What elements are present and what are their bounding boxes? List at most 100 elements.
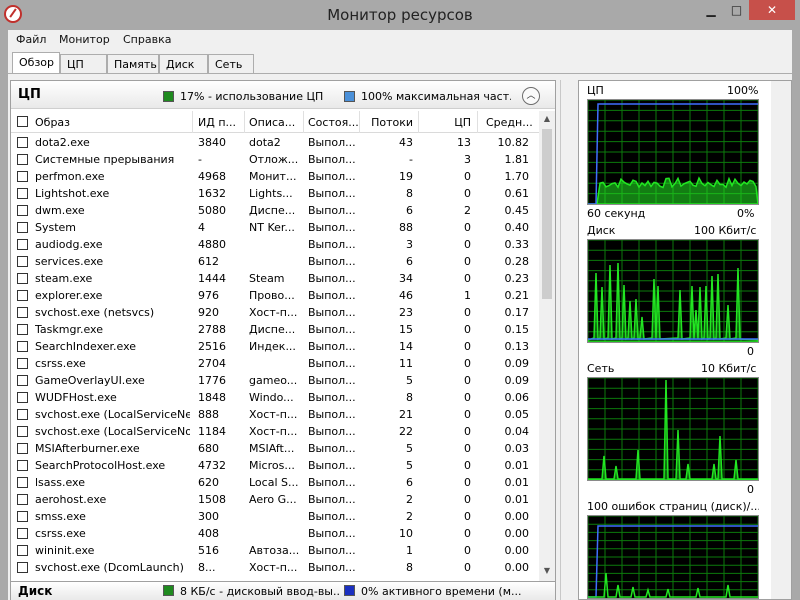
process-average-cpu: 0.00 [504,561,530,574]
table-row[interactable]: SearchIndexer.exe 2516 Индек... Выпол... 14 0… [11,338,539,355]
disk-active-legend-swatch [344,585,355,596]
row-checkbox[interactable] [17,562,28,573]
cpu-usage-legend-swatch [163,91,174,102]
disk-section-header[interactable]: Диск 8 КБ/с - дисковый ввод-вы... 0% акт… [11,581,555,600]
column-description[interactable]: Описа... [249,116,301,129]
tab-cpu[interactable]: ЦП [60,54,107,74]
row-checkbox[interactable] [17,222,28,233]
maximize-button[interactable]: □ [724,0,749,20]
row-checkbox[interactable] [17,409,28,420]
table-row[interactable]: aerohost.exe 1508 Aero G... Выпол... 2 0 0.01 [11,491,539,508]
row-checkbox[interactable] [17,460,28,471]
process-threads: 34 [399,272,413,285]
table-row[interactable]: Системные прерывания - Отлож... Выпол... - 3 1… [11,151,539,168]
table-row[interactable]: MSIAfterburner.exe 680 MSIAft... Выпол... 5 0… [11,440,539,457]
row-checkbox[interactable] [17,511,28,522]
menu-help[interactable]: Справка [123,33,171,46]
scrollbar-thumb[interactable] [542,129,552,299]
table-row[interactable]: System 4 NT Ker... Выпол... 88 0 0.40 [11,219,539,236]
process-list-scrollbar[interactable]: ▲ ▼ [539,111,555,581]
process-description: MSIAft... [249,442,295,455]
table-row[interactable]: steam.exe 1444 Steam Выпол... 34 0 0.23 [11,270,539,287]
row-checkbox[interactable] [17,307,28,318]
close-button[interactable]: ✕ [749,0,795,20]
row-checkbox[interactable] [17,154,28,165]
network-graph [587,377,759,481]
table-row[interactable]: smss.exe 300 Выпол... 2 0 0.00 [11,508,539,525]
process-description: Aero G... [249,493,297,506]
row-checkbox[interactable] [17,137,28,148]
row-checkbox[interactable] [17,239,28,250]
tab-overview[interactable]: Обзор [12,52,60,74]
table-row[interactable]: WUDFHost.exe 1848 Windo... Выпол... 8 0 0.06 [11,389,539,406]
panel-splitter[interactable] [560,80,576,600]
column-cpu[interactable]: ЦП [421,116,471,129]
column-separator[interactable] [303,111,304,133]
table-row[interactable]: explorer.exe 976 Прово... Выпол... 46 1 0.21 [11,287,539,304]
table-row[interactable]: svchost.exe (LocalServiceNet... 888 Хост-п… [11,406,539,423]
menu-file[interactable]: Файл [16,33,46,46]
table-row[interactable]: csrss.exe 2704 Выпол... 11 0 0.09 [11,355,539,372]
table-row[interactable]: Lightshot.exe 1632 Lights... Выпол... 8 0 0.61 [11,185,539,202]
process-pid: 888 [198,408,219,421]
column-separator[interactable] [477,111,478,133]
column-separator[interactable] [244,111,245,133]
table-row[interactable]: perfmon.exe 4968 Монит... Выпол... 19 0 1.70 [11,168,539,185]
tab-memory[interactable]: Память [107,54,159,74]
table-row[interactable]: svchost.exe (LocalServiceNo... 1184 Хост-п… [11,423,539,440]
process-cpu: 0 [464,340,471,353]
column-pid[interactable]: ИД п... [198,116,248,129]
column-separator[interactable] [418,111,419,133]
process-status: Выпол... [308,323,356,336]
row-checkbox[interactable] [17,528,28,539]
cpu-section-header[interactable]: ЦП 17% - использование ЦП 100% максималь… [11,81,555,109]
tab-disk[interactable]: Диск [159,54,208,74]
process-cpu: 0 [464,561,471,574]
row-checkbox[interactable] [17,205,28,216]
table-row[interactable]: dota2.exe 3840 dota2 Выпол... 43 13 10.82 [11,134,539,151]
row-checkbox[interactable] [17,392,28,403]
table-row[interactable]: svchost.exe (DcomLaunch) 8... Хост-п... Вып… [11,559,539,576]
scroll-up-arrow-icon[interactable]: ▲ [539,111,555,127]
row-checkbox[interactable] [17,494,28,505]
table-row[interactable]: csrss.exe 408 Выпол... 10 0 0.00 [11,525,539,542]
table-row[interactable]: SearchProtocolHost.exe 4732 Micros... Выпол… [11,457,539,474]
select-all-checkbox[interactable] [17,116,28,127]
tab-network[interactable]: Сеть [208,54,254,74]
row-checkbox[interactable] [17,443,28,454]
column-average-cpu[interactable]: Средн... [486,116,536,129]
row-checkbox[interactable] [17,171,28,182]
process-threads: 6 [406,204,413,217]
process-threads: 6 [406,255,413,268]
row-checkbox[interactable] [17,256,28,267]
column-separator[interactable] [359,111,360,133]
column-threads[interactable]: Потоки [361,116,413,129]
collapse-cpu-section-button[interactable]: ︿ [522,87,540,105]
table-row[interactable]: dwm.exe 5080 Диспе... Выпол... 6 2 0.45 [11,202,539,219]
row-checkbox[interactable] [17,477,28,488]
column-image[interactable]: Образ [35,116,185,129]
column-separator[interactable] [192,111,193,133]
scroll-down-arrow-icon[interactable]: ▼ [539,563,555,579]
table-row[interactable]: lsass.exe 620 Local S... Выпол... 6 0 0.01 [11,474,539,491]
row-checkbox[interactable] [17,188,28,199]
row-checkbox[interactable] [17,290,28,301]
table-row[interactable]: wininit.exe 516 Автоза... Выпол... 1 0 0.00 [11,542,539,559]
table-row[interactable]: services.exe 612 Выпол... 6 0 0.28 [11,253,539,270]
row-checkbox[interactable] [17,273,28,284]
row-checkbox[interactable] [17,341,28,352]
graphs-scrollbar[interactable] [771,81,791,599]
column-status[interactable]: Состоя... [308,116,360,129]
minimize-button[interactable]: ▁ [698,0,724,20]
row-checkbox[interactable] [17,426,28,437]
menu-monitor[interactable]: Монитор [59,33,110,46]
row-checkbox[interactable] [17,545,28,556]
table-row[interactable]: svchost.exe (netsvcs) 920 Хост-п... Выпол..… [11,304,539,321]
table-row[interactable]: GameOverlayUI.exe 1776 gameo... Выпол... 5 0 0… [11,372,539,389]
table-row[interactable]: Taskmgr.exe 2788 Диспе... Выпол... 15 0 0.15 [11,321,539,338]
row-checkbox[interactable] [17,324,28,335]
row-checkbox[interactable] [17,358,28,369]
cpu-graph-max: 100% [727,84,759,97]
table-row[interactable]: audiodg.exe 4880 Выпол... 3 0 0.33 [11,236,539,253]
row-checkbox[interactable] [17,375,28,386]
